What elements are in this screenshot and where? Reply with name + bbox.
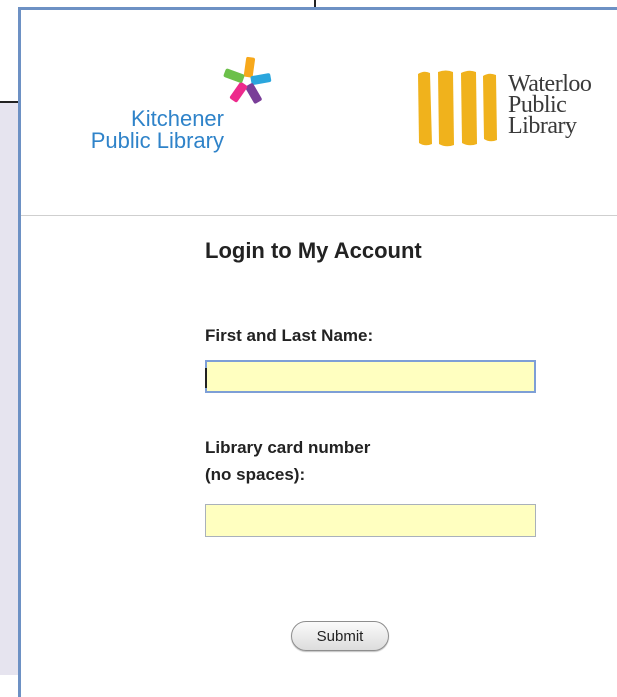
background-page-panel [0, 103, 20, 675]
name-field-label: First and Last Name: [205, 326, 374, 345]
logo-header: Kitchener Public Library Waterloo Public… [21, 10, 617, 216]
card-number-label-line1: Library card number [205, 438, 371, 457]
waterloo-logo-line3: Library [508, 113, 577, 139]
waterloo-bars-icon [418, 70, 497, 147]
submit-button[interactable]: Submit [291, 621, 389, 651]
login-popup-window: Kitchener Public Library Waterloo Public… [18, 7, 617, 697]
kitchener-star-icon [223, 56, 272, 104]
card-number-input[interactable] [205, 504, 536, 537]
kitchener-logo-text: Kitchener Public Library [91, 108, 224, 152]
kitchener-logo-line1: Kitchener [131, 106, 224, 131]
page-title: Login to My Account [205, 238, 422, 263]
waterloo-public-library-logo: Waterloo Public Library [416, 68, 616, 158]
kitchener-logo-line2: Public Library [90, 128, 224, 153]
card-number-label: Library card number (no spaces): [205, 434, 370, 488]
card-number-label-line2: (no spaces): [205, 465, 306, 484]
name-input[interactable] [205, 360, 536, 393]
kitchener-public-library-logo: Kitchener Public Library [71, 55, 272, 165]
background-divider [314, 0, 316, 7]
waterloo-logo-text: Waterloo Public Library [508, 72, 592, 139]
